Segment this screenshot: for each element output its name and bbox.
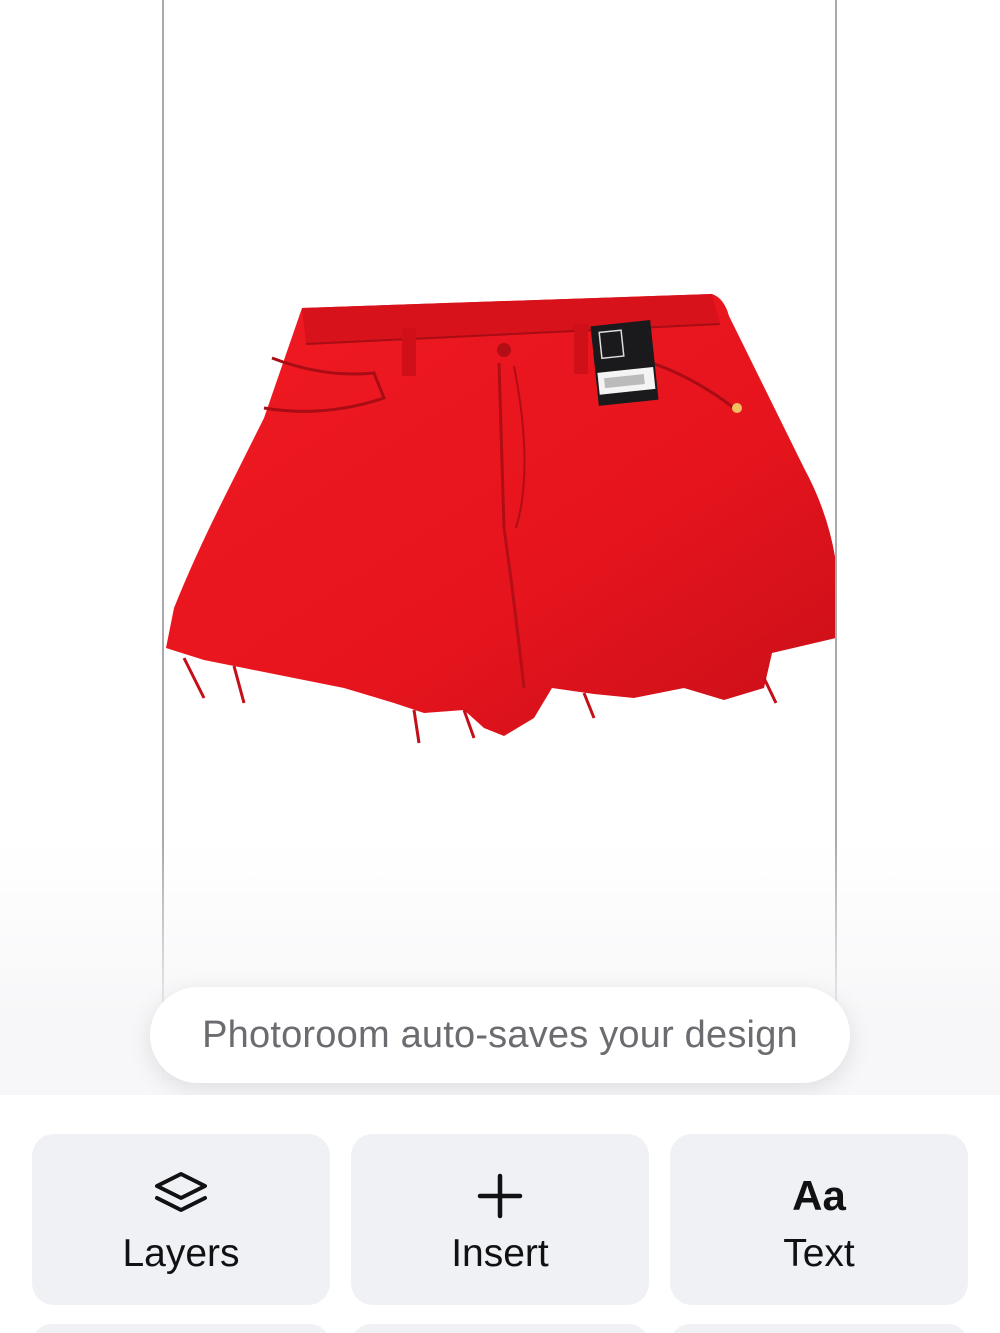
autosave-toast: Photoroom auto-saves your design (150, 987, 850, 1083)
toolbar-button-row2-2[interactable] (351, 1324, 649, 1333)
insert-button[interactable]: Insert (351, 1134, 649, 1305)
toolbar-button-row2-1[interactable] (32, 1324, 330, 1333)
text-label: Text (783, 1232, 855, 1275)
text-aa-icon: Aa (792, 1170, 846, 1222)
text-button[interactable]: Aa Text (670, 1134, 968, 1305)
toolbar-button-row2-3[interactable] (670, 1324, 968, 1333)
insert-label: Insert (451, 1232, 549, 1275)
toast-message: Photoroom auto-saves your design (202, 1013, 798, 1056)
design-canvas[interactable] (162, 0, 837, 1080)
text-aa-glyph: Aa (792, 1172, 846, 1219)
layers-button[interactable]: Layers (32, 1134, 330, 1305)
editor-screen: Photoroom auto-saves your design Layers … (0, 0, 1000, 1333)
product-photo[interactable] (164, 0, 837, 1080)
layers-icon (151, 1170, 211, 1222)
layers-label: Layers (122, 1232, 240, 1275)
plus-icon (476, 1170, 524, 1222)
